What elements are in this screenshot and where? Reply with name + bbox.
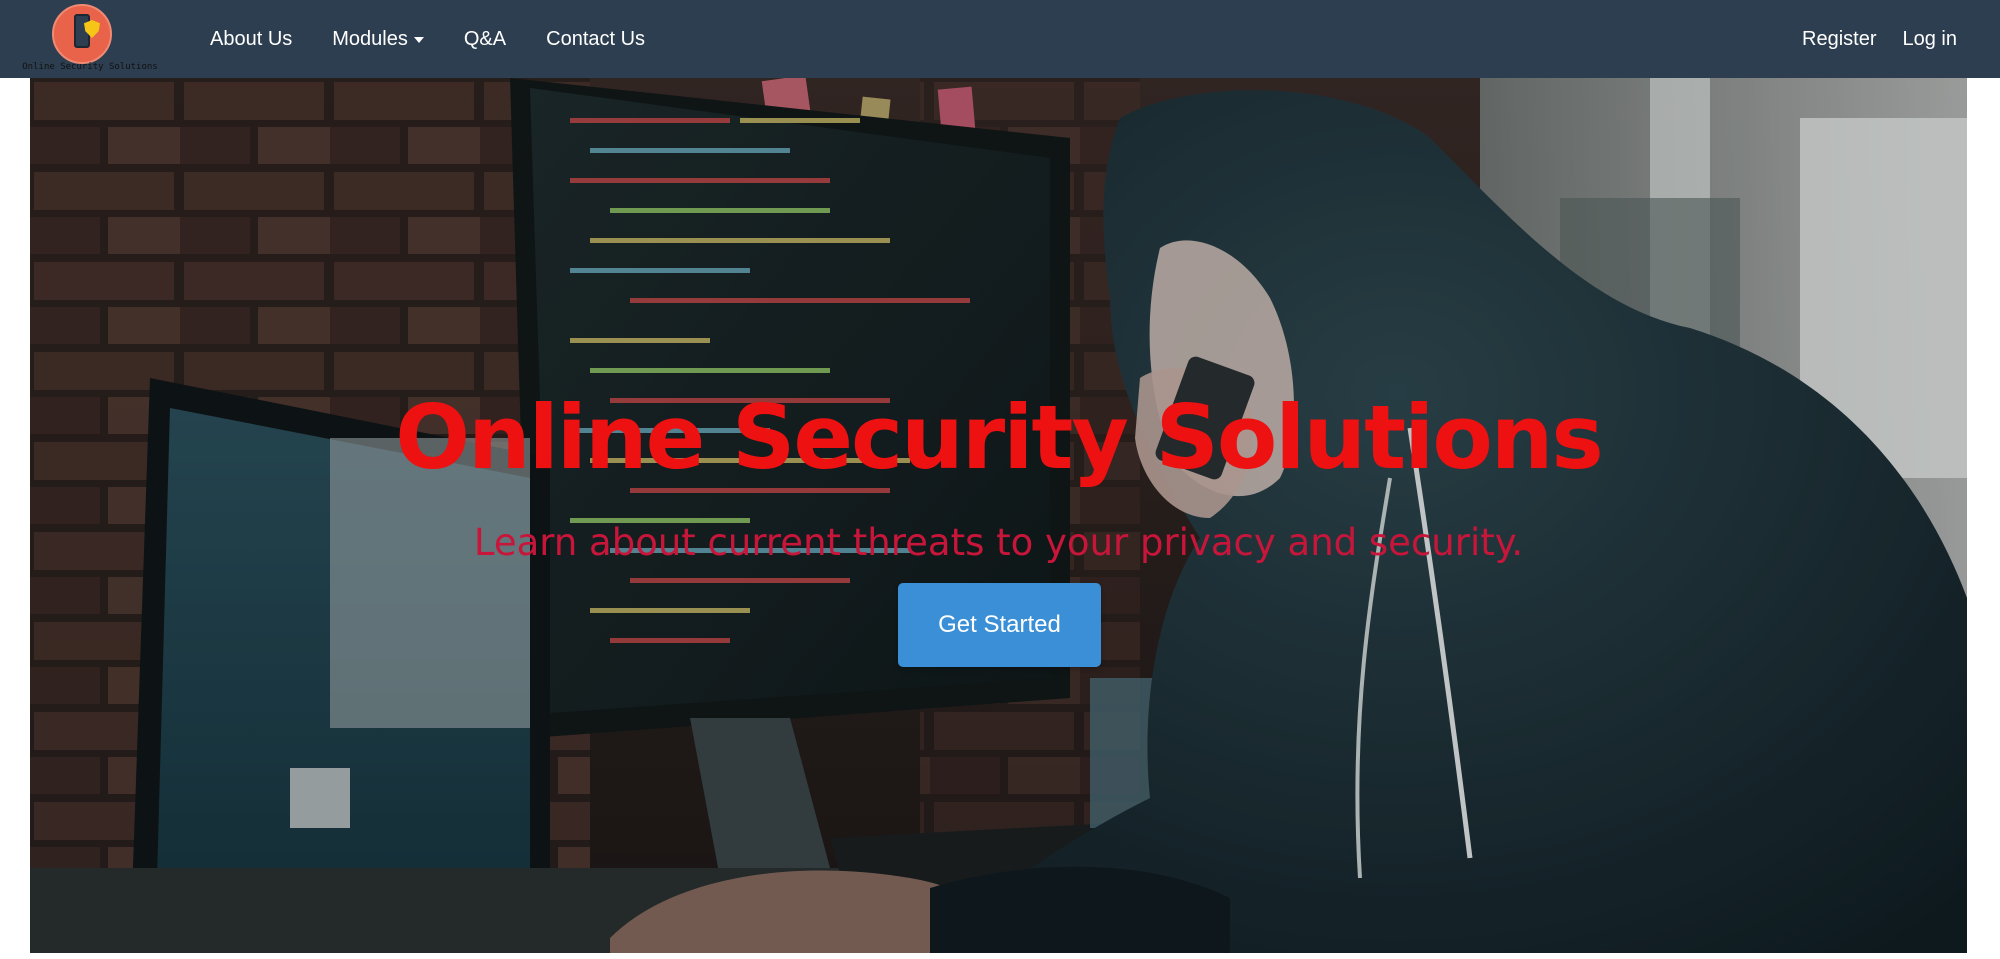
- primary-nav: About Us Modules Q&A Contact Us: [190, 0, 665, 78]
- brand-name: Online Security Solutions: [22, 62, 158, 72]
- top-navbar: Online Security Solutions About Us Modul…: [0, 0, 2000, 78]
- hero-section: Online Security Solutions Learn about cu…: [30, 78, 1967, 953]
- page-margin-bottom: [0, 953, 2000, 959]
- hero-title: Online Security Solutions: [395, 386, 1604, 489]
- get-started-button[interactable]: Get Started: [898, 583, 1101, 667]
- nav-about-us[interactable]: About Us: [190, 0, 312, 78]
- hero-subtitle: Learn about current threats to your priv…: [473, 521, 1524, 564]
- nav-qa[interactable]: Q&A: [444, 0, 526, 78]
- nav-modules-dropdown[interactable]: Modules: [312, 0, 444, 78]
- logo-circle: [52, 4, 112, 64]
- hero-content: Online Security Solutions Learn about cu…: [30, 78, 1967, 953]
- caret-down-icon: [413, 37, 424, 43]
- nav-login[interactable]: Log in: [1890, 0, 1971, 78]
- nav-contact-us[interactable]: Contact Us: [526, 0, 665, 78]
- account-nav: Register Log in: [1789, 0, 1970, 78]
- nav-modules-label: Modules: [332, 28, 408, 50]
- nav-register[interactable]: Register: [1789, 0, 1889, 78]
- brand-logo[interactable]: Online Security Solutions: [22, 2, 158, 74]
- page-margin-right: [1967, 78, 2000, 959]
